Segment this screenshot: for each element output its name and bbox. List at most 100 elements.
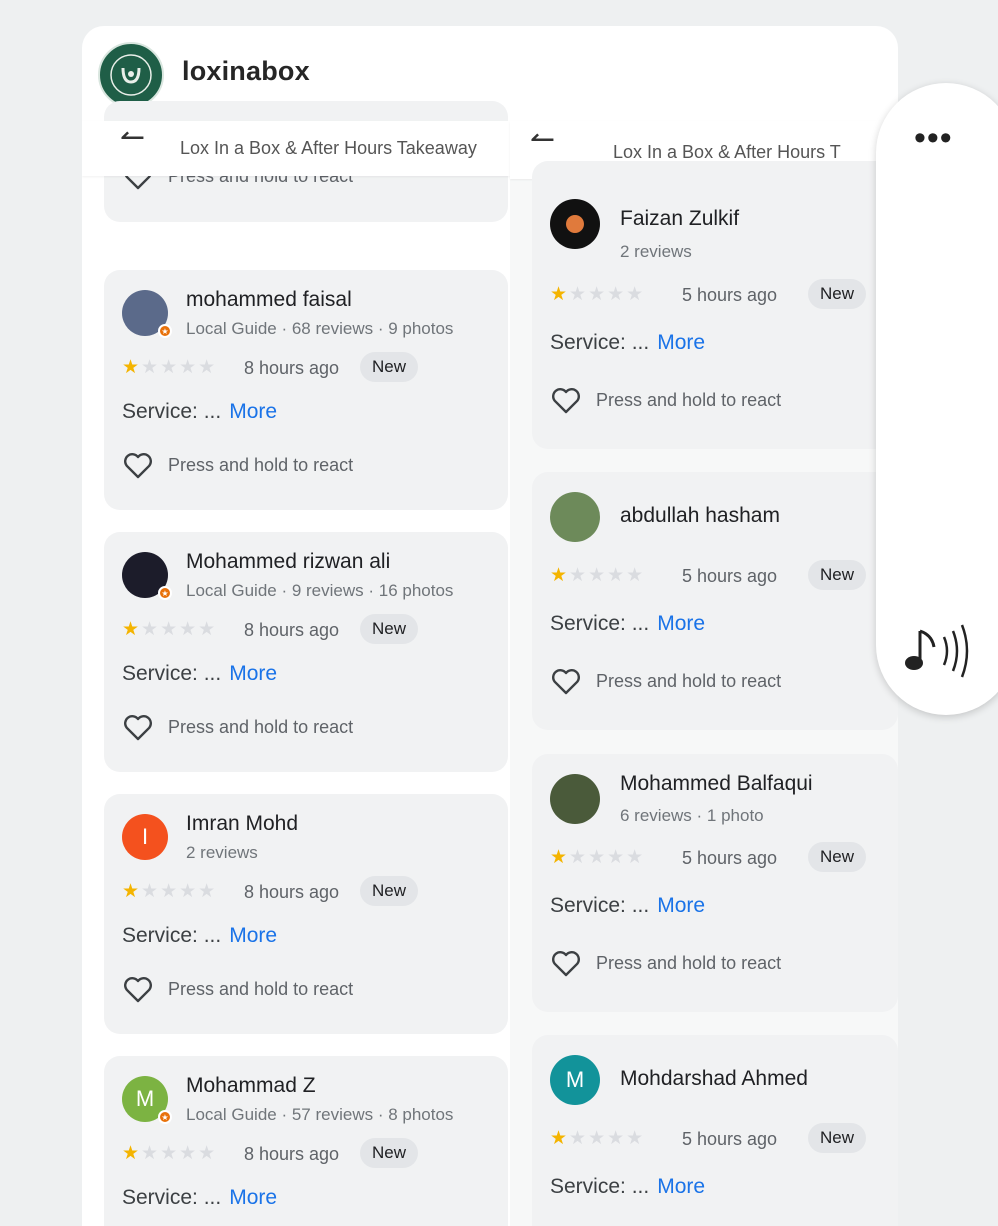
reviewer-name[interactable]: Mohammed rizwan ali (186, 550, 390, 574)
react-row[interactable]: Press and hold to react (550, 385, 781, 415)
react-row[interactable]: Press and hold to react (122, 712, 353, 742)
react-label: Press and hold to react (168, 978, 354, 999)
more-link[interactable]: More (229, 1186, 277, 1209)
new-badge: New (360, 1138, 419, 1168)
star-icon: ★ (550, 284, 570, 305)
avatar-image (566, 215, 584, 233)
reviewer-name[interactable]: mohammed faisal (186, 288, 352, 312)
react-row[interactable]: Press and hold to react (550, 948, 781, 978)
reviewer-avatar[interactable]: M (550, 1055, 600, 1105)
new-badge: New (360, 352, 419, 382)
react-label: Press and hold to react (168, 454, 354, 475)
reviewer-avatar[interactable]: ★ (122, 290, 172, 338)
rating-stars: ★★★★★ (122, 880, 217, 903)
review-text: Service: ... More (122, 924, 277, 948)
post-side-panel: ••• (876, 83, 998, 715)
react-label: Press and hold to react (596, 389, 782, 410)
star-icon: ★★★★ (141, 881, 218, 902)
react-label: Press and hold to react (168, 716, 354, 737)
music-note-icon[interactable] (902, 621, 972, 681)
review-text: Service: ... More (122, 662, 277, 686)
react-row[interactable]: Press and hold to react (122, 974, 353, 1004)
review-time: 5 hours ago (682, 848, 778, 868)
reviewer-name[interactable]: Mohdarshad Ahmed (620, 1067, 808, 1091)
review-time: 8 hours ago (244, 882, 340, 902)
star-icon: ★★★★ (569, 847, 646, 868)
review-card: ★ mohammed faisal Local Guide · 68 revie… (104, 270, 508, 510)
more-horizontal-icon[interactable]: ••• (914, 121, 953, 155)
local-guide-icon: ★ (158, 1110, 172, 1124)
more-link[interactable]: More (229, 662, 277, 685)
star-icon: ★★★★ (569, 284, 646, 305)
reviewer-avatar[interactable] (550, 774, 600, 824)
star-icon: ★★★★ (569, 1128, 646, 1149)
new-badge: New (808, 1123, 867, 1153)
rating-stars: ★★★★★ (550, 1127, 645, 1150)
review-card: Faizan Zulkif 2 reviews ★★★★★ 5 hours ag… (532, 161, 898, 449)
react-label: Press and hold to react (596, 670, 782, 691)
reviewer-name[interactable]: Mohammed Balfaqui (620, 772, 813, 796)
review-snippet: Service: ... (122, 924, 222, 947)
review-snippet: Service: ... (122, 400, 222, 423)
reviewer-avatar[interactable]: M ★ (122, 1076, 172, 1124)
star-icon: ★ (122, 1143, 142, 1164)
review-text: Service: ... More (550, 1175, 705, 1199)
star-icon: ★ (550, 847, 570, 868)
review-card: M ★ Mohammad Z Local Guide · 57 reviews ·… (104, 1056, 508, 1226)
reviewer-avatar[interactable]: ★ (122, 552, 172, 600)
more-link[interactable]: More (229, 400, 277, 423)
review-text: Service: ... More (550, 331, 705, 355)
review-snippet: Service: ... (550, 1175, 650, 1198)
star-icon: ★ (122, 881, 142, 902)
local-guide-icon: ★ (158, 586, 172, 600)
new-badge: New (808, 560, 867, 590)
review-snippet: Service: ... (550, 331, 650, 354)
react-row[interactable]: Press and hold to react (122, 450, 353, 480)
new-badge: New (360, 876, 419, 906)
reviewer-meta: Local Guide · 9 reviews · 16 photos (186, 581, 454, 600)
reviewer-name[interactable]: abdullah hasham (620, 504, 780, 528)
heart-icon (124, 715, 152, 741)
rating-stars: ★★★★★ (550, 283, 645, 306)
heart-icon (552, 951, 580, 977)
account-avatar[interactable] (98, 42, 164, 108)
place-title: Lox In a Box & After Hours Takeaway (180, 138, 477, 158)
left-reviews-screenshot: Press and hold to react ↼ Lox In a Box &… (82, 101, 510, 1226)
review-text: Service: ... More (122, 400, 277, 424)
lox-logo-icon (102, 46, 160, 104)
review-snippet: Service: ... (550, 612, 650, 635)
more-link[interactable]: More (657, 331, 705, 354)
review-time: 8 hours ago (244, 620, 340, 640)
reviewer-name[interactable]: Faizan Zulkif (620, 207, 739, 231)
reviewer-name[interactable]: Imran Mohd (186, 812, 298, 836)
reviewer-avatar[interactable]: I (122, 814, 168, 860)
place-title: Lox In a Box & After Hours T (613, 142, 841, 162)
reviewer-name[interactable]: Mohammad Z (186, 1074, 316, 1098)
react-label: Press and hold to react (596, 952, 782, 973)
review-snippet: Service: ... (550, 894, 650, 917)
avatar-initial: M (135, 1086, 155, 1111)
review-time: 8 hours ago (244, 1144, 340, 1164)
react-row[interactable]: Press and hold to react (550, 666, 781, 696)
account-username[interactable]: loxinabox (182, 56, 310, 87)
review-time: 5 hours ago (682, 566, 778, 586)
review-time: 5 hours ago (682, 1129, 778, 1149)
back-arrow-icon[interactable]: ↼ (120, 123, 145, 153)
back-arrow-icon[interactable]: ↼ (530, 125, 555, 155)
review-text: Service: ... More (550, 612, 705, 636)
review-snippet: Service: ... (122, 1186, 222, 1209)
more-link[interactable]: More (657, 1175, 705, 1198)
rating-stars: ★★★★★ (122, 618, 217, 641)
local-guide-icon: ★ (158, 324, 172, 338)
more-link[interactable]: More (657, 612, 705, 635)
new-badge: New (808, 842, 867, 872)
rating-stars: ★★★★★ (550, 846, 645, 869)
star-icon: ★ (550, 565, 570, 586)
reviewer-avatar[interactable] (550, 492, 600, 542)
more-link[interactable]: More (657, 894, 705, 917)
rating-stars: ★★★★★ (122, 356, 217, 379)
reviewer-avatar[interactable] (550, 199, 600, 249)
reviewer-meta: 6 reviews · 1 photo (620, 806, 764, 825)
heart-icon (552, 669, 580, 695)
more-link[interactable]: More (229, 924, 277, 947)
